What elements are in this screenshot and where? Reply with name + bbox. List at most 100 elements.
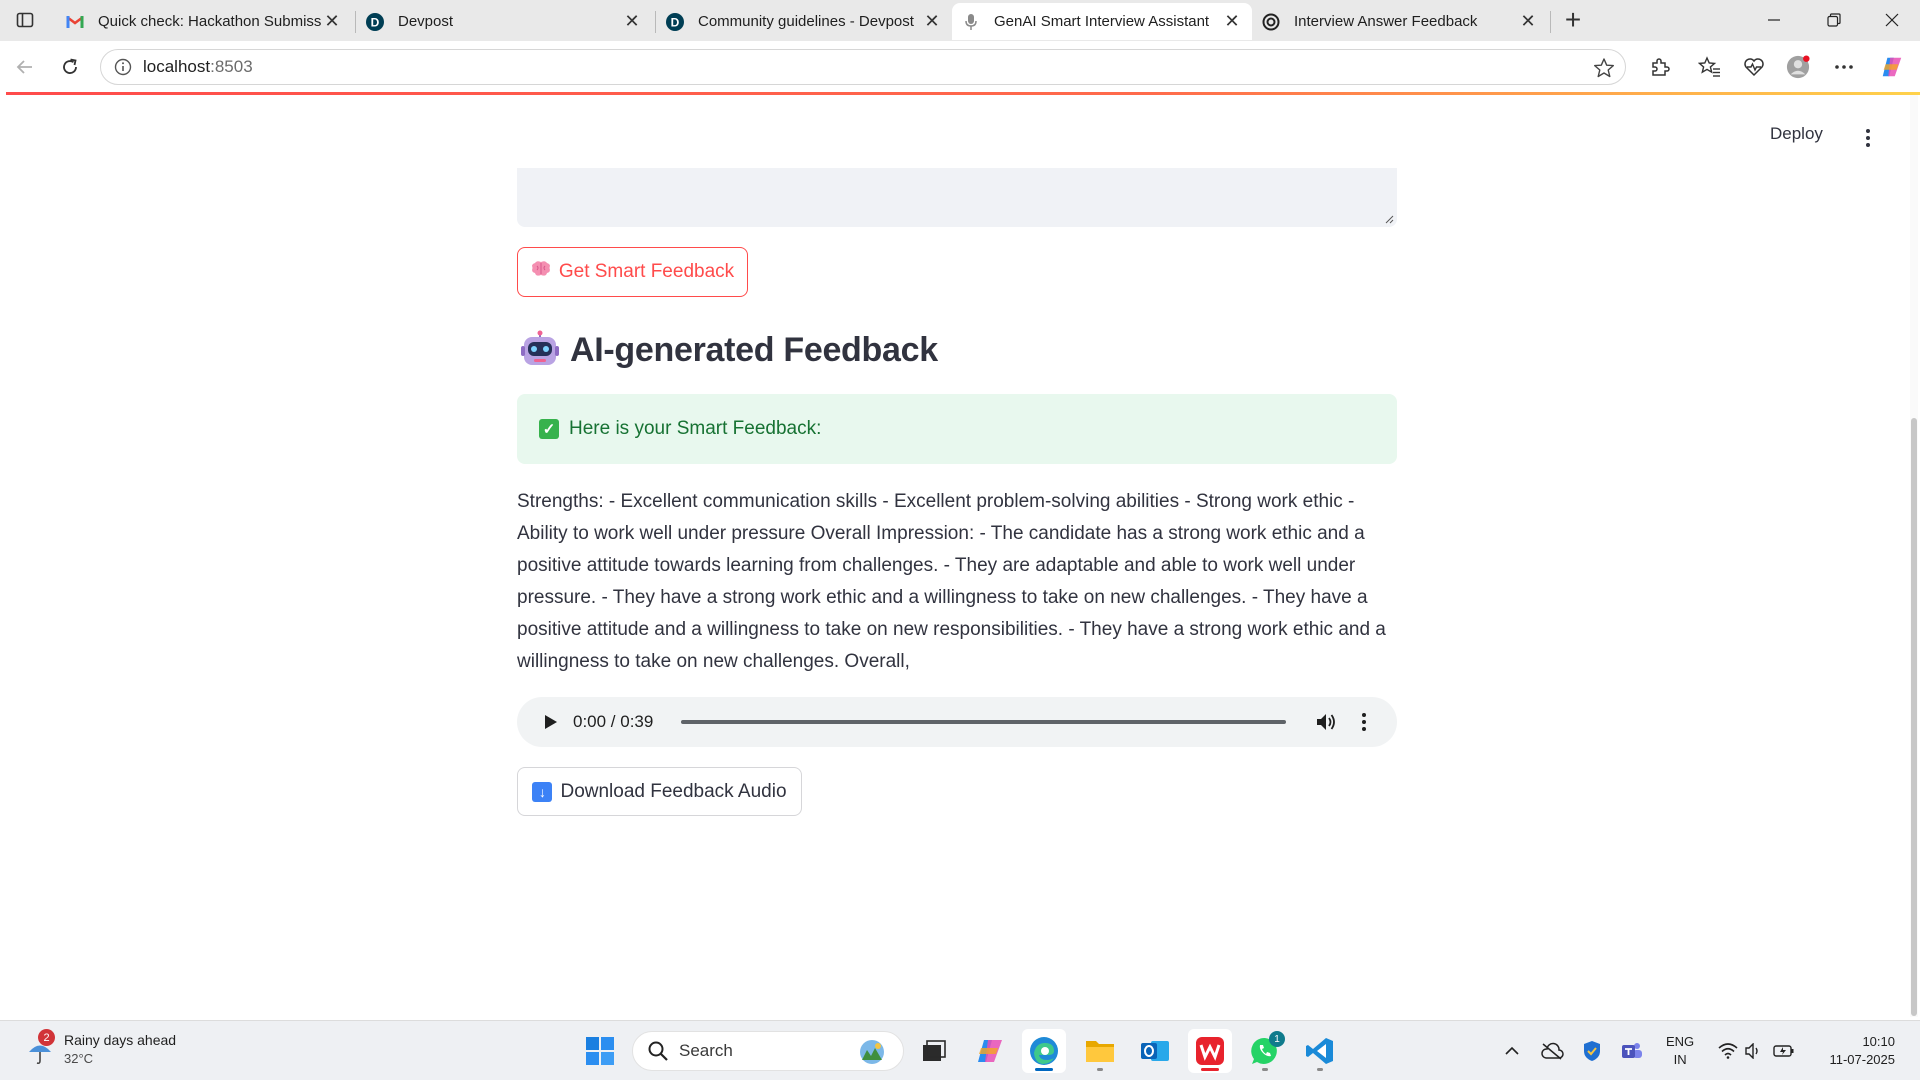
teams-icon[interactable] [1620, 1039, 1644, 1063]
feedback-text: Strengths: - Excellent communication ski… [517, 491, 1386, 672]
active-indicator [1035, 1068, 1053, 1071]
devpost-icon: D [666, 12, 684, 31]
deploy-button[interactable]: Deploy [1770, 124, 1823, 144]
tab-title: Community guidelines - Devpost [698, 13, 914, 30]
tab-separator [1550, 11, 1551, 33]
show-hidden-icons-chevron-icon[interactable] [1500, 1039, 1524, 1063]
battery-charging-icon[interactable] [1772, 1039, 1796, 1063]
get-smart-feedback-button[interactable]: Get Smart Feedback [517, 247, 748, 297]
browser-essentials-icon[interactable] [1742, 55, 1766, 79]
running-indicator [1262, 1068, 1268, 1071]
back-button[interactable] [8, 50, 42, 84]
section-heading-text: AI-generated Feedback [570, 330, 938, 369]
wps-office-icon[interactable] [1188, 1029, 1232, 1073]
volume-icon[interactable] [1314, 710, 1338, 734]
restore-button[interactable] [1806, 0, 1862, 40]
tab-title: Interview Answer Feedback [1294, 13, 1478, 30]
audio-time: 0:00 / 0:39 [573, 712, 654, 731]
browser-tab-strip: Quick check: Hackathon Submissi ✕ D Devp… [0, 0, 1920, 41]
more-options-icon[interactable] [1832, 55, 1856, 79]
search-highlight-icon [860, 1040, 884, 1064]
page-scrollbar-thumb[interactable] [1911, 418, 1917, 1016]
copilot-app-icon[interactable] [968, 1029, 1012, 1073]
gmail-icon [66, 13, 84, 31]
whatsapp-badge: 1 [1269, 1031, 1285, 1047]
tab-gmail[interactable]: Quick check: Hackathon Submissi ✕ [56, 3, 352, 40]
outlook-icon[interactable] [1133, 1029, 1177, 1073]
start-button[interactable] [578, 1029, 622, 1073]
wifi-icon[interactable] [1716, 1039, 1740, 1063]
refresh-button[interactable] [53, 50, 87, 84]
svg-text:D: D [671, 15, 680, 29]
extensions-icon[interactable] [1648, 55, 1672, 79]
svg-text:D: D [371, 15, 380, 29]
tab-devpost[interactable]: D Devpost ✕ [356, 3, 652, 40]
success-message: Here is your Smart Feedback: [569, 418, 822, 439]
download-arrow-icon: ↓ [532, 781, 553, 802]
audio-more-options-icon[interactable] [1356, 710, 1372, 734]
browser-toolbar: localhost:8503 [0, 41, 1920, 93]
openai-icon [1262, 13, 1280, 31]
edge-browser-icon[interactable] [1022, 1029, 1066, 1073]
tab-community-guidelines[interactable]: D Community guidelines - Devpost ✕ [656, 3, 952, 40]
speaker-icon[interactable] [1742, 1039, 1766, 1063]
tab-genai-interview-assistant[interactable]: GenAI Smart Interview Assistant ✕ [952, 3, 1252, 40]
url-text: localhost:8503 [143, 57, 253, 76]
new-tab-button[interactable]: + [1558, 4, 1588, 35]
taskbar-search[interactable]: Search [632, 1031, 904, 1071]
resize-handle-icon[interactable] [1384, 214, 1394, 224]
play-icon[interactable] [541, 712, 561, 732]
tab-actions-icon[interactable] [10, 6, 40, 34]
weather-temp: 32°C [64, 1051, 94, 1066]
weather-badge: 2 [38, 1029, 55, 1046]
windows-taskbar: 2 Rainy days ahead 32°C Search 1 ENG IN … [0, 1020, 1920, 1080]
whatsapp-icon[interactable]: 1 [1243, 1029, 1287, 1073]
close-icon[interactable]: ✕ [1518, 11, 1538, 32]
checkmark-icon: ✓ [539, 419, 559, 439]
devpost-icon: D [366, 12, 384, 31]
close-icon[interactable]: ✕ [922, 11, 942, 32]
favorite-star-icon[interactable] [1593, 57, 1615, 79]
site-info-icon[interactable] [113, 57, 133, 77]
tab-title: Quick check: Hackathon Submissi [98, 13, 322, 30]
vscode-icon[interactable] [1298, 1029, 1342, 1073]
main-menu-icon[interactable] [1860, 126, 1876, 150]
minimize-button[interactable] [1746, 0, 1802, 40]
lang-line2: IN [1673, 1052, 1687, 1067]
profile-avatar[interactable] [1786, 55, 1810, 79]
success-alert: ✓ Here is your Smart Feedback: [517, 394, 1397, 464]
system-clock[interactable]: 10:10 11-07-2025 [1815, 1033, 1895, 1069]
task-view-button[interactable] [912, 1029, 956, 1073]
active-indicator [1201, 1068, 1219, 1071]
tab-interview-answer-feedback[interactable]: Interview Answer Feedback ✕ [1252, 3, 1548, 40]
download-feedback-audio-button[interactable]: ↓ Download Feedback Audio [517, 767, 802, 816]
tab-title: Devpost [398, 13, 454, 30]
microphone-icon [962, 13, 980, 31]
close-window-button[interactable] [1864, 0, 1920, 40]
onedrive-offline-icon[interactable] [1540, 1039, 1564, 1063]
audio-seek-bar[interactable] [681, 720, 1286, 724]
search-icon [648, 1041, 668, 1061]
close-icon[interactable]: ✕ [1222, 11, 1242, 32]
security-shield-icon[interactable] [1580, 1039, 1604, 1063]
audio-player[interactable]: 0:00 / 0:39 [517, 697, 1397, 747]
copilot-icon[interactable] [1880, 55, 1904, 79]
address-bar[interactable]: localhost:8503 [100, 49, 1626, 85]
file-explorer-icon[interactable] [1078, 1029, 1122, 1073]
weather-title: Rainy days ahead [64, 1032, 177, 1048]
download-button-label: Download Feedback Audio [560, 780, 787, 802]
tab-title: GenAI Smart Interview Assistant [994, 13, 1210, 30]
brain-icon [531, 260, 551, 284]
weather-widget[interactable]: 2 Rainy days ahead 32°C [26, 1029, 226, 1072]
favorites-icon[interactable] [1698, 55, 1722, 79]
robot-icon [520, 330, 560, 370]
clock-time: 10:10 [1862, 1034, 1895, 1049]
lang-line1: ENG [1666, 1034, 1695, 1049]
close-icon[interactable]: ✕ [622, 11, 642, 32]
clock-date: 11-07-2025 [1829, 1052, 1895, 1067]
running-indicator [1317, 1068, 1323, 1071]
section-heading: AI-generated Feedback [520, 330, 938, 370]
answer-textarea[interactable] [517, 168, 1397, 227]
close-icon[interactable]: ✕ [322, 11, 342, 32]
input-language-indicator[interactable]: ENG IN [1666, 1033, 1694, 1069]
